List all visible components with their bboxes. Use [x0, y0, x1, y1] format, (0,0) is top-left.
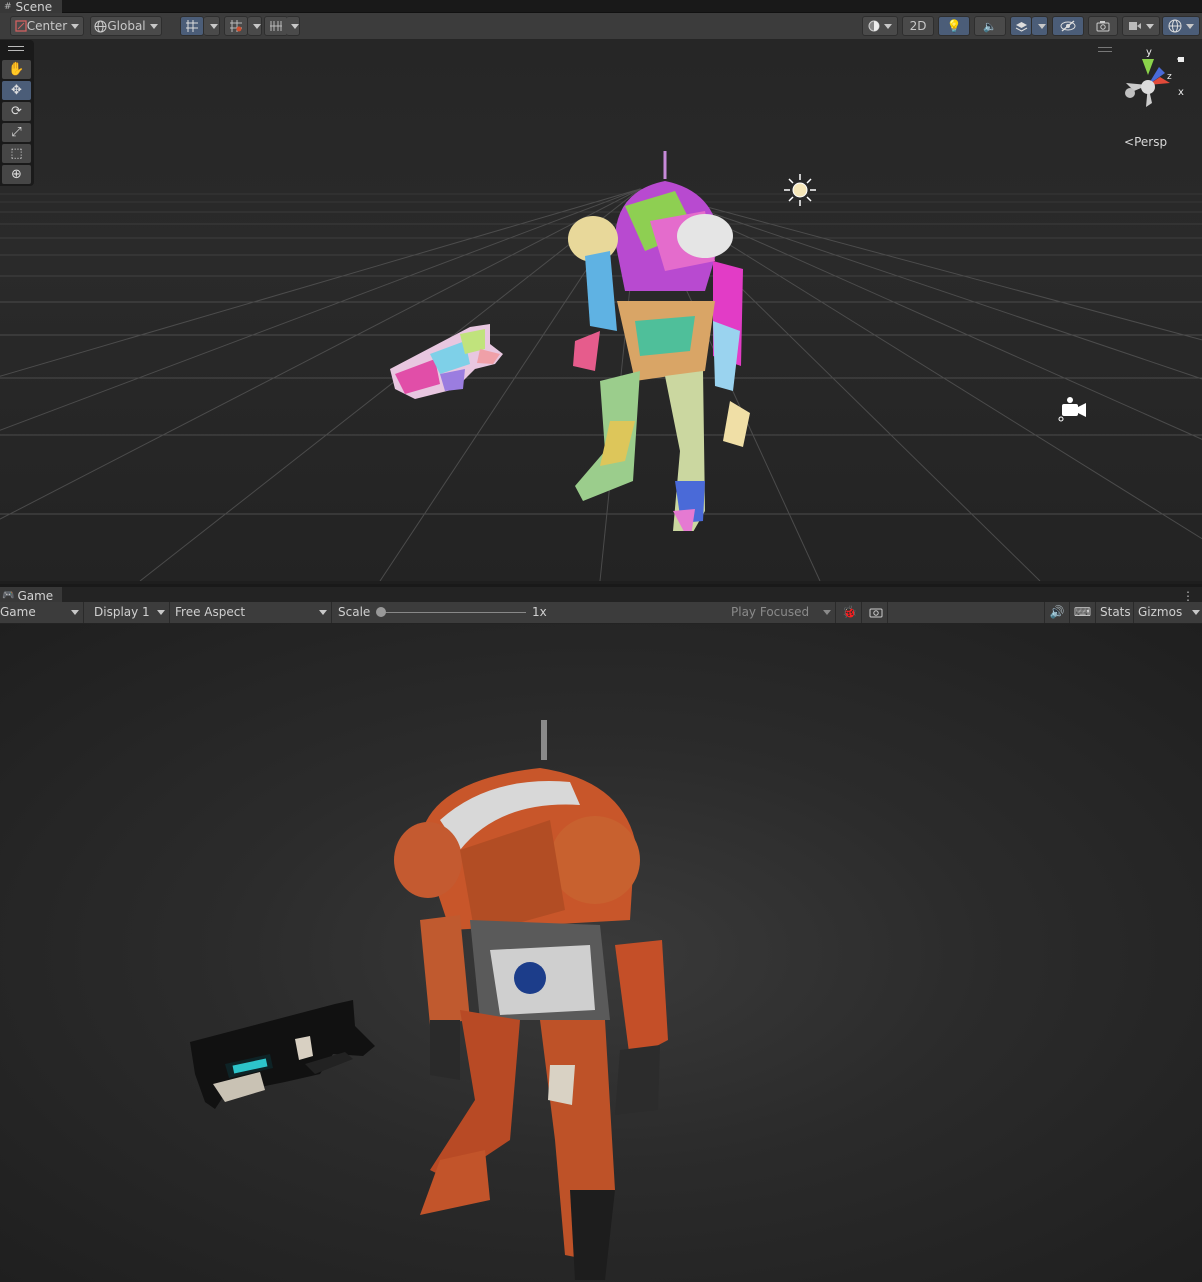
gun-game-model [190, 1000, 375, 1109]
speaker-muted-icon: 🔈 [983, 19, 997, 33]
toggle-2d-button[interactable]: 2D [902, 16, 934, 36]
video-camera-icon [1129, 22, 1141, 30]
pivot-rotation-dropdown[interactable]: Global [90, 16, 162, 36]
svg-text:y: y [1146, 47, 1152, 58]
mute-audio-button[interactable]: 🔊 [1044, 602, 1070, 623]
rect-tool[interactable]: ⬚ [2, 144, 31, 163]
lightbulb-icon: 💡 [946, 19, 962, 33]
keyboard-icon: ⌨ [1073, 605, 1092, 619]
increment-snap-button[interactable] [224, 16, 248, 36]
game-mode-dropdown[interactable]: Game [0, 602, 84, 623]
svg-text:z: z [1167, 72, 1172, 82]
scene-tab-label: Scene [15, 0, 53, 14]
scale-slider-thumb[interactable] [376, 607, 386, 617]
frame-debugger-button[interactable]: 🐞 [838, 602, 862, 623]
directional-light-icon[interactable] [783, 173, 817, 207]
globe-icon [94, 20, 107, 32]
grid-snap-dropdown[interactable] [204, 16, 220, 36]
transform-tool[interactable]: ⊕ [2, 165, 31, 184]
grid-visibility-dropdown[interactable] [286, 16, 300, 36]
rotate-icon: ⟳ [11, 104, 22, 119]
chevron-left-icon: < [1124, 135, 1135, 149]
rect-transform-icon: ⬚ [10, 146, 23, 161]
overlay-drag-handle[interactable] [1098, 47, 1112, 52]
svg-text:x: x [1178, 87, 1184, 98]
gizmos-dropdown[interactable]: Gizmos [1134, 602, 1202, 623]
more-options-icon[interactable]: ⋮ [1182, 589, 1194, 603]
pivot-mode-dropdown[interactable]: Center [10, 16, 84, 36]
rotate-tool[interactable]: ⟳ [2, 102, 31, 121]
effects-toggle-button[interactable] [1010, 16, 1032, 36]
shading-sphere-icon [868, 20, 880, 32]
gun-scene-mesh[interactable] [385, 319, 515, 409]
gizmo-globe-icon [1168, 19, 1182, 33]
camera-icon [1096, 21, 1110, 32]
scale-value: 1x [532, 605, 547, 619]
grid-snap-icon [186, 20, 198, 32]
scale-slider-track[interactable] [380, 612, 526, 613]
robot-game-model [394, 720, 668, 1280]
snapshot-button[interactable] [864, 602, 888, 623]
increment-snap-icon [230, 20, 242, 32]
hand-tool[interactable]: ✋ [2, 60, 31, 79]
gizmos-toggle-dropdown[interactable] [1162, 16, 1200, 36]
shading-mode-dropdown[interactable] [862, 16, 898, 36]
tools-drag-handle[interactable] [8, 46, 24, 51]
hidden-eye-icon [1060, 20, 1076, 32]
transform-icon: ⊕ [11, 167, 22, 182]
bug-icon: 🐞 [842, 605, 857, 619]
pivot-mode-label: Center [26, 19, 68, 33]
tools-overlay: ✋ ✥ ⟳ ⤢ ⬚ ⊕ [0, 40, 34, 186]
layers-icon [1015, 21, 1027, 32]
play-mode-dropdown[interactable]: Play Focused [728, 602, 836, 623]
scene-camera-settings-button[interactable] [1088, 16, 1118, 36]
scene-tabbar: # Scene [0, 0, 1202, 13]
move-tool[interactable]: ✥ [2, 81, 31, 100]
increment-snap-dropdown[interactable] [248, 16, 262, 36]
scene-viewport[interactable]: y x z <Persp [0, 39, 1202, 581]
lock-icon [1178, 57, 1184, 62]
move-arrows-icon: ✥ [11, 83, 22, 98]
orientation-gizmo[interactable]: y x z [1112, 45, 1192, 125]
stats-button[interactable]: Stats [1096, 602, 1134, 623]
persp-label[interactable]: <Persp [1124, 135, 1167, 149]
game-toolbar: Game Display 1 Free Aspect Scale 1x Play… [0, 602, 1202, 624]
effects-dropdown[interactable] [1032, 16, 1048, 36]
camera-icon [869, 608, 882, 618]
aspect-dropdown[interactable]: Free Aspect [170, 602, 332, 623]
scale-control: Scale 1x [332, 602, 728, 623]
robot-scene-mesh[interactable] [555, 151, 775, 531]
scale-label: Scale [338, 605, 371, 619]
audio-toggle-button[interactable]: 🔈 [974, 16, 1006, 36]
scale-tool[interactable]: ⤢ [2, 123, 31, 142]
scene-toolbar: Center Global 2D 💡 🔈 [0, 13, 1202, 40]
grid-hash-icon: # [4, 1, 12, 12]
toggle-2d-label: 2D [909, 19, 927, 33]
pivot-center-icon [15, 20, 27, 32]
display-dropdown[interactable]: Display 1 [86, 602, 170, 623]
scene-camera-gizmo-icon[interactable] [1057, 394, 1089, 424]
scale-icon: ⤢ [11, 125, 22, 140]
scene-tab[interactable]: # Scene [0, 0, 63, 14]
keyboard-shortcuts-button[interactable]: ⌨ [1070, 602, 1096, 623]
pivot-rotation-label: Global [107, 19, 146, 33]
speaker-icon: 🔊 [1049, 605, 1065, 619]
grid-snap-button[interactable] [180, 16, 204, 36]
grid-visibility-button[interactable] [264, 16, 288, 36]
gizmos-camera-dropdown[interactable] [1122, 16, 1160, 36]
grid-visibility-icon [270, 21, 282, 31]
hand-icon: ✋ [8, 62, 25, 77]
scene-visibility-button[interactable] [1052, 16, 1084, 36]
game-viewport[interactable] [0, 624, 1202, 1282]
lighting-toggle-button[interactable]: 💡 [938, 16, 970, 36]
